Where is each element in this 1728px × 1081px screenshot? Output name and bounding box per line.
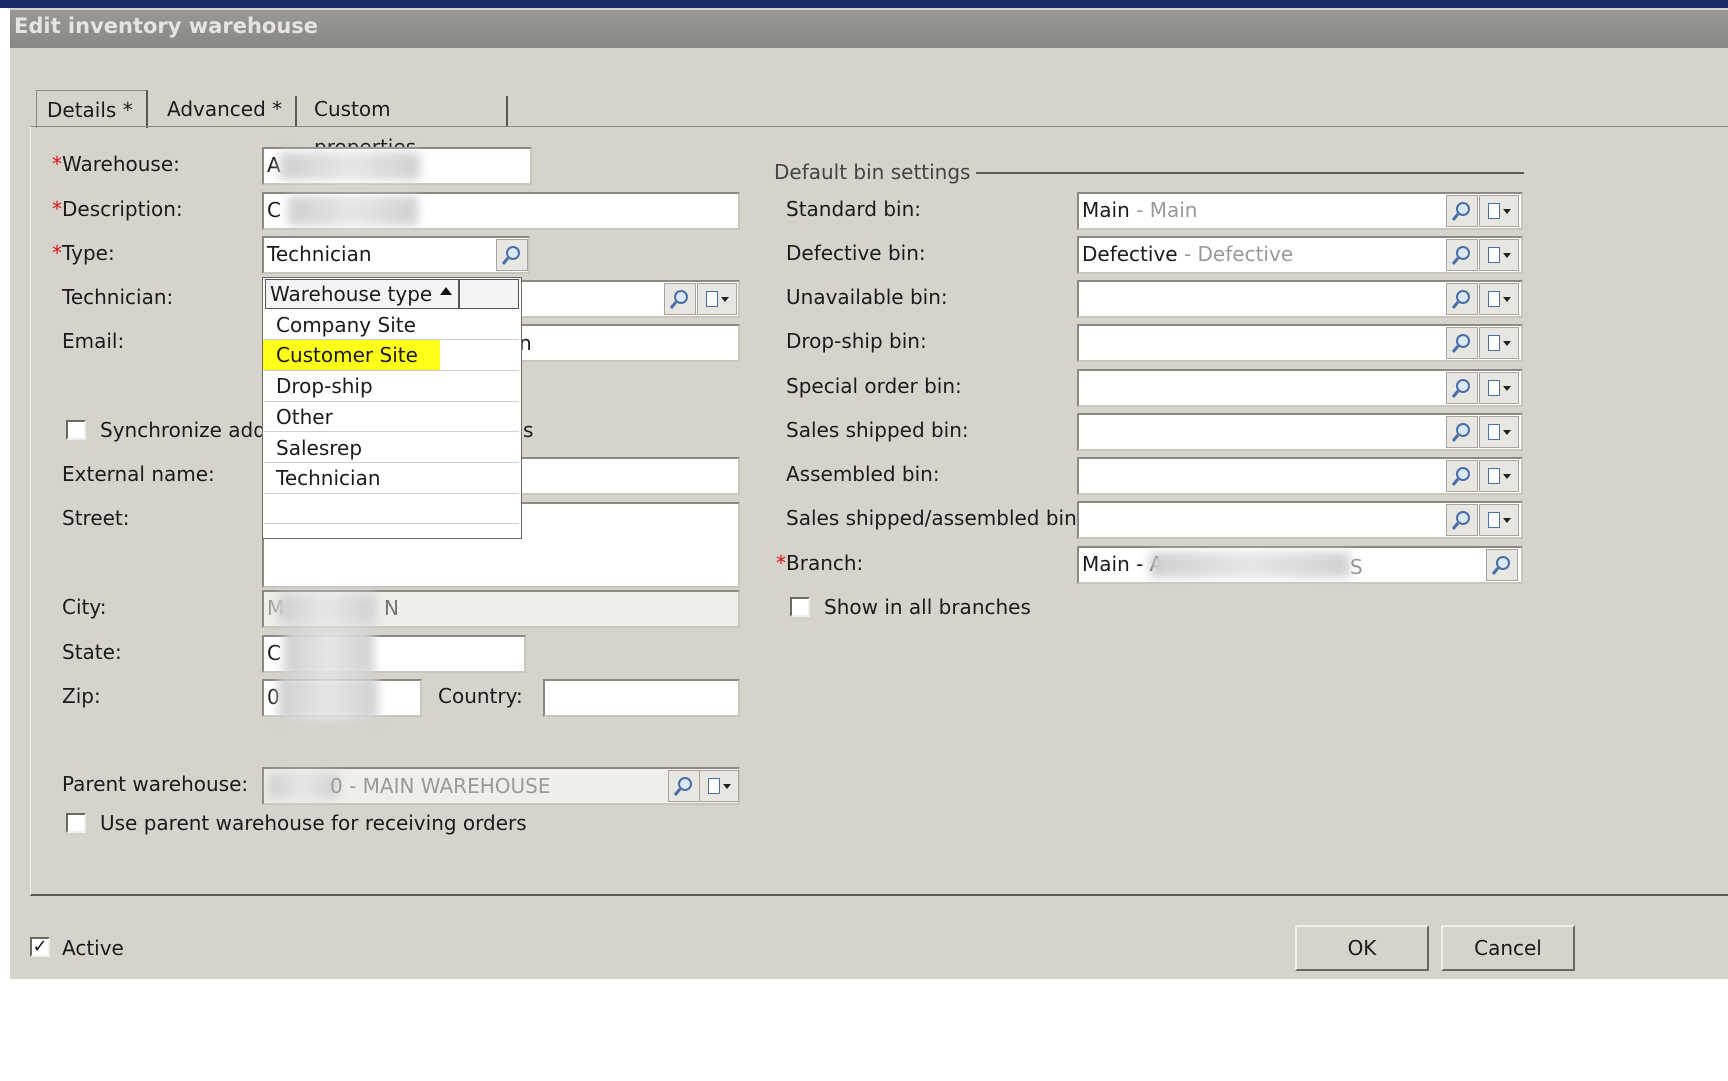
sync-label-end: s (523, 418, 534, 442)
external-name-label: External name: (62, 462, 215, 486)
search-icon[interactable] (1446, 416, 1478, 448)
dropdown-header-divider (458, 280, 460, 308)
active-label: Active (62, 936, 124, 960)
redacted-blur (284, 630, 374, 676)
city-value-end: N (384, 596, 399, 620)
use-parent-label: Use parent warehouse for receiving order… (100, 811, 527, 835)
search-icon[interactable] (1446, 504, 1478, 536)
redacted-blur (288, 196, 418, 226)
tab-advanced[interactable]: Advanced * (157, 90, 293, 128)
type-input[interactable]: Technician (262, 236, 530, 274)
technician-label: Technician: (62, 285, 174, 309)
search-icon[interactable] (1446, 195, 1478, 227)
divider (264, 462, 519, 463)
new-record-dropdown-icon[interactable] (1479, 327, 1519, 359)
special-order-bin-label: Special order bin: (786, 374, 962, 398)
search-icon[interactable] (1446, 372, 1478, 404)
new-record-dropdown-icon[interactable] (1479, 460, 1519, 492)
cancel-button[interactable]: Cancel (1441, 925, 1575, 971)
assembled-bin-label: Assembled bin: (786, 462, 940, 486)
dropdown-item-company-site[interactable]: Company Site (276, 313, 416, 337)
show-all-branches-checkbox[interactable] (790, 597, 810, 617)
standard-bin-label: Standard bin: (786, 197, 922, 221)
defective-bin-label: Defective bin: (786, 241, 926, 265)
redacted-blur (278, 594, 376, 624)
sync-checkbox[interactable] (66, 420, 86, 440)
dropdown-item-customer-site[interactable]: Customer Site (276, 343, 418, 367)
dropdown-header-label: Warehouse type (270, 282, 433, 306)
sales-shipped-bin-label: Sales shipped bin: (786, 418, 969, 442)
section-divider (976, 172, 1524, 174)
new-record-dropdown-icon[interactable] (1479, 195, 1519, 227)
required-marker: * (52, 197, 62, 221)
divider (264, 493, 519, 494)
tab-separator (506, 96, 508, 126)
ok-button[interactable]: OK (1295, 925, 1429, 971)
sales-shipped-assembled-bin-label: Sales shipped/assembled bin: (786, 506, 1084, 530)
new-record-dropdown-icon[interactable] (1479, 372, 1519, 404)
new-record-dropdown-icon[interactable] (1479, 283, 1519, 315)
description-label: *Description: (52, 197, 183, 221)
parent-warehouse-value: 0 - MAIN WAREHOUSE (330, 774, 551, 798)
search-icon[interactable] (1486, 549, 1518, 581)
bin-section-title: Default bin settings (774, 160, 971, 184)
tab-separator (295, 96, 297, 126)
screen-top-bar (0, 0, 1728, 8)
search-icon[interactable] (664, 283, 696, 315)
new-record-dropdown-icon[interactable] (1479, 504, 1519, 536)
search-icon[interactable] (1446, 283, 1478, 315)
dropship-bin-label: Drop-ship bin: (786, 329, 927, 353)
show-all-branches-label: Show in all branches (824, 595, 1031, 619)
new-record-dropdown-icon[interactable] (699, 770, 739, 802)
zip-label: Zip: (62, 684, 101, 708)
sync-label: Synchronize add (100, 418, 266, 442)
branch-label: *Branch: (776, 551, 864, 575)
tab-details[interactable]: Details * (36, 90, 148, 128)
divider (264, 339, 519, 340)
window-title: Edit inventory warehouse (14, 14, 319, 38)
redacted-blur (1150, 552, 1350, 578)
new-record-dropdown-icon[interactable] (697, 283, 737, 315)
dropdown-item-salesrep[interactable]: Salesrep (276, 436, 362, 460)
new-record-dropdown-icon[interactable] (1479, 239, 1519, 271)
required-marker: * (52, 241, 62, 265)
divider (264, 370, 519, 371)
use-parent-checkbox[interactable] (66, 813, 86, 833)
redacted-blur (280, 152, 420, 180)
state-label: State: (62, 640, 122, 664)
city-label: City: (62, 595, 107, 619)
sort-ascending-icon (440, 287, 452, 295)
required-marker: * (776, 551, 786, 575)
divider (264, 431, 519, 432)
parent-warehouse-label: Parent warehouse: (62, 772, 249, 796)
type-label: *Type: (52, 241, 115, 265)
search-icon[interactable] (668, 770, 700, 802)
country-input[interactable] (543, 679, 740, 717)
redacted-blur (268, 773, 338, 799)
active-checkbox[interactable]: ✓ (30, 937, 50, 957)
dropdown-item-other[interactable]: Other (276, 405, 333, 429)
search-icon[interactable] (1446, 327, 1478, 359)
tab-custom-properties[interactable]: Custom properties (304, 90, 504, 159)
country-label: Country: (438, 684, 523, 708)
warehouse-label: *Warehouse: (52, 152, 180, 176)
required-marker: * (52, 152, 62, 176)
search-icon[interactable] (496, 239, 528, 271)
dropdown-item-drop-ship[interactable]: Drop-ship (276, 374, 373, 398)
divider (264, 401, 519, 402)
street-label: Street: (62, 506, 130, 530)
email-label: Email: (62, 329, 125, 353)
search-icon[interactable] (1446, 239, 1478, 271)
new-record-dropdown-icon[interactable] (1479, 416, 1519, 448)
search-icon[interactable] (1446, 460, 1478, 492)
divider (264, 523, 519, 524)
branch-value-end: S (1350, 555, 1363, 579)
redacted-blur (278, 676, 378, 720)
unavailable-bin-label: Unavailable bin: (786, 285, 948, 309)
dropdown-item-technician[interactable]: Technician (276, 466, 381, 490)
